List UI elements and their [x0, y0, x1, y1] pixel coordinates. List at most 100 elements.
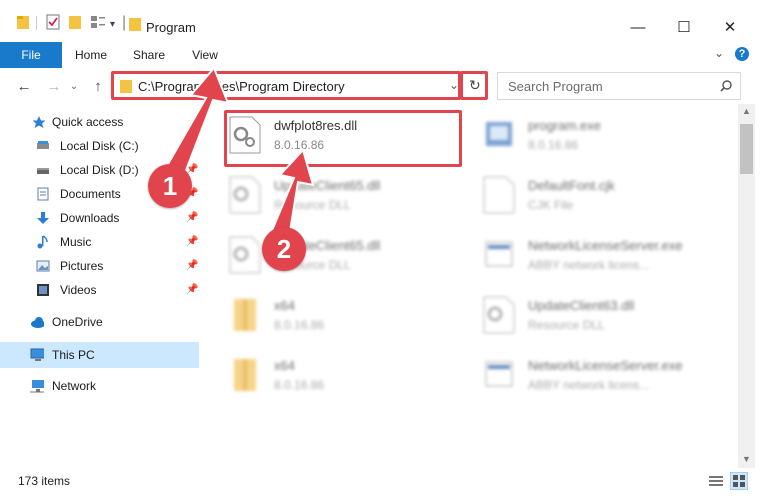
tab-share[interactable]: Share — [128, 42, 170, 68]
dll-file-icon — [229, 236, 261, 274]
dll-file-icon — [483, 296, 515, 334]
sidebar-item-onedrive[interactable]: OneDrive — [0, 310, 199, 334]
sidebar-item-label: Pictures — [60, 259, 104, 273]
sidebar-item-label: This PC — [52, 348, 95, 362]
sidebar-item-videos[interactable]: Videos 📌 — [0, 278, 199, 302]
details-view-icon[interactable] — [708, 474, 724, 488]
cloud-icon — [31, 317, 44, 328]
file-version: 8.0.16.86 — [274, 318, 325, 332]
customize-icon[interactable] — [90, 14, 106, 30]
scroll-down-icon[interactable]: ▼ — [742, 454, 751, 464]
navigation-pane: Quick access Local Disk (C:) 📌 Local Dis… — [0, 104, 200, 468]
generic-file-icon — [483, 176, 515, 214]
sidebar-item-local-disk-c[interactable]: Local Disk (C:) 📌 — [0, 134, 199, 158]
folder-zip-icon — [234, 359, 256, 391]
search-box[interactable]: Search Program — [497, 72, 741, 100]
search-placeholder: Search Program — [508, 79, 603, 94]
file-type: Resource DLL — [274, 198, 351, 212]
pin-icon[interactable]: 📌 — [186, 260, 198, 271]
drive-icon — [37, 168, 49, 174]
star-icon — [32, 116, 46, 128]
file-name: NetworkLicenseServer.exe — [528, 358, 683, 373]
sidebar-item-label: Local Disk (C:) — [60, 139, 139, 153]
title-separator: | — [122, 14, 127, 31]
sidebar-item-label: OneDrive — [52, 315, 103, 329]
file-item-program-exe[interactable]: program.exe 8.0.16.86 — [454, 110, 704, 160]
search-icon[interactable] — [720, 80, 732, 92]
sidebar-item-quick-access[interactable]: Quick access — [0, 110, 199, 134]
pin-icon[interactable]: 📌 — [186, 236, 198, 247]
expand-ribbon-chevron-icon[interactable]: ⌄ — [714, 46, 724, 60]
forward-arrow-icon[interactable]: → — [44, 76, 64, 96]
sidebar-item-label: Downloads — [60, 211, 120, 225]
tab-home[interactable]: Home — [70, 42, 112, 68]
properties-icon[interactable] — [46, 14, 60, 30]
file-type: CJK File — [528, 198, 574, 212]
sidebar-item-this-pc[interactable]: This PC — [0, 342, 199, 368]
exe-file-icon — [485, 241, 513, 267]
exe-file-icon — [486, 122, 512, 146]
pin-icon[interactable]: 📌 — [186, 212, 198, 223]
file-item-networklicenseserver[interactable]: NetworkLicenseServer.exe ABBY network li… — [454, 350, 704, 400]
ribbon-tabs: File Home Share View ⌄ ? — [0, 42, 769, 69]
file-item-updateclient65[interactable]: UpdateClient65.dll Resource DLL — [200, 170, 450, 220]
sidebar-item-label: Documents — [60, 187, 121, 201]
sidebar-item-label: Videos — [60, 283, 97, 297]
new-folder-icon[interactable] — [68, 14, 82, 30]
vertical-scrollbar[interactable]: ▲ ▼ — [738, 104, 755, 468]
file-item-x64-folder[interactable]: x64 8.0.16.86 — [200, 350, 450, 400]
sidebar-item-network[interactable]: Network — [0, 374, 199, 398]
file-name: NetworkLicenseServer.exe — [528, 238, 683, 253]
address-highlight-box — [111, 71, 461, 100]
file-item-networklicenseserver[interactable]: NetworkLicenseServer.exe ABBY network li… — [454, 230, 704, 280]
file-name: x64 — [274, 298, 295, 313]
close-button[interactable]: ✕ — [707, 14, 753, 40]
large-icons-view-icon[interactable] — [730, 472, 748, 490]
pin-icon[interactable]: 📌 — [186, 284, 198, 295]
window-title: Program — [146, 20, 196, 35]
pictures-icon — [36, 260, 50, 272]
file-name: UpdateClient65.dll — [274, 178, 381, 193]
title-bar: ▾ | Program — ☐ ✕ — [0, 0, 769, 42]
file-item-defaultfont[interactable]: DefaultFont.cjk CJK File — [454, 170, 704, 220]
folder-icon[interactable] — [16, 14, 30, 30]
sidebar-item-pictures[interactable]: Pictures 📌 — [0, 254, 199, 278]
back-arrow-icon[interactable]: ← — [14, 76, 34, 96]
file-name: program.exe — [528, 118, 601, 133]
title-folder-icon — [129, 18, 141, 31]
up-arrow-icon[interactable]: ↑ — [88, 76, 108, 96]
file-item-updateclient65[interactable]: UpdateClient65.dll Resource DLL — [200, 230, 450, 280]
sidebar-item-music[interactable]: Music 📌 — [0, 230, 199, 254]
scroll-thumb[interactable] — [740, 124, 753, 174]
toolbar-divider — [36, 16, 37, 30]
file-version: 8.0.16.86 — [274, 378, 325, 392]
exe-file-icon — [485, 361, 513, 387]
status-bar: 173 items — [0, 468, 769, 502]
callout-step-1: 1 — [148, 164, 192, 208]
tab-view[interactable]: View — [184, 42, 226, 68]
minimize-button[interactable]: — — [615, 14, 661, 40]
sidebar-item-label: Music — [60, 235, 92, 249]
pin-icon[interactable]: 📌 — [186, 140, 198, 151]
dropdown-chevron-icon[interactable]: ▾ — [110, 19, 115, 30]
file-type: Resource DLL — [528, 318, 605, 332]
file-item-x64-folder[interactable]: x64 8.0.16.86 — [200, 290, 450, 340]
maximize-button[interactable]: ☐ — [661, 14, 707, 40]
file-item-updateclient63[interactable]: UpdateClient63.dll Resource DLL — [454, 290, 704, 340]
tab-file[interactable]: File — [0, 42, 62, 68]
sidebar-item-label: Quick access — [52, 115, 124, 129]
documents-icon — [37, 187, 49, 201]
dll-file-icon — [229, 176, 261, 214]
file-description: ABBY network licens... — [528, 258, 650, 272]
scroll-up-icon[interactable]: ▲ — [742, 106, 751, 116]
recent-locations-chevron-icon[interactable]: ⌄ — [64, 76, 84, 96]
help-icon[interactable]: ? — [735, 47, 749, 61]
refresh-highlight-box — [460, 71, 488, 100]
sidebar-item-label: Local Disk (D:) — [60, 163, 139, 177]
sidebar-item-downloads[interactable]: Downloads 📌 — [0, 206, 199, 230]
callout-step-2: 2 — [262, 227, 306, 271]
videos-icon — [37, 284, 49, 296]
computer-icon — [30, 348, 44, 361]
file-name: DefaultFont.cjk — [528, 178, 615, 193]
file-description: ABBY network licens... — [528, 378, 650, 392]
